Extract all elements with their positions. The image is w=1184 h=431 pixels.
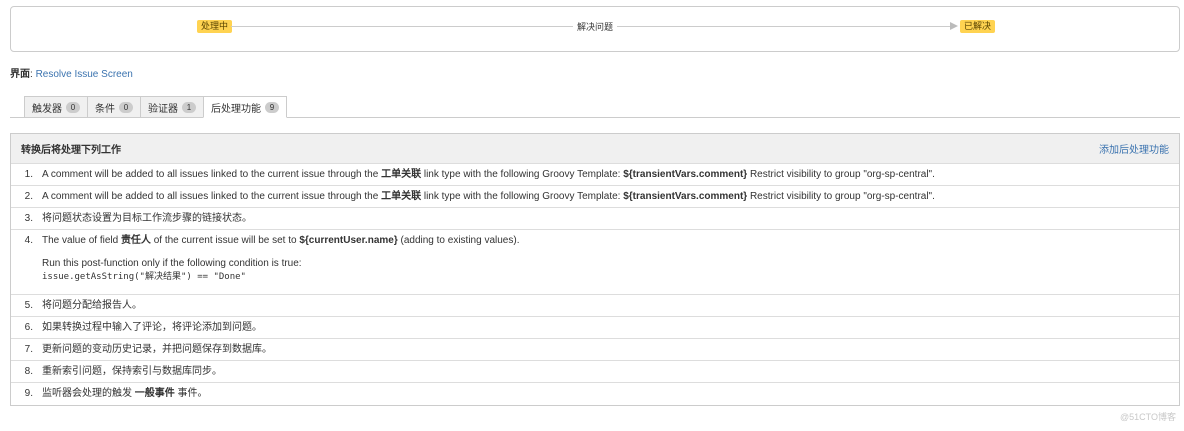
row-text: 将问题分配给报告人。	[42, 299, 142, 311]
post-functions-panel: 转换后将处理下列工作 添加后处理功能 1. A comment will be …	[10, 133, 1180, 406]
row-number: 4.	[24, 235, 33, 246]
screen-line: 界面: Resolve Issue Screen	[10, 69, 133, 81]
watermark: @51CTO博客	[1120, 412, 1176, 422]
arrow-right-icon	[950, 22, 958, 30]
tab-triggers[interactable]: 触发器 0	[24, 96, 87, 118]
post-function-row: 9. 监听器会处理的触发 一般事件 事件。	[11, 383, 1179, 405]
condition-text: Run this post-function only if the follo…	[42, 258, 302, 269]
row-text: 将问题状态设置为目标工作流步骤的链接状态。	[42, 212, 252, 224]
panel-header: 转换后将处理下列工作 添加后处理功能	[11, 134, 1179, 164]
screen-link[interactable]: Resolve Issue Screen	[36, 69, 133, 80]
tab-count-badge: 9	[265, 101, 279, 113]
tab-count-badge: 0	[119, 101, 133, 113]
panel-title: 转换后将处理下列工作	[21, 145, 121, 156]
condition-code: issue.getAsString("解决结果") == "Done"	[42, 272, 246, 282]
tab-count-badge: 0	[66, 101, 80, 113]
row-text: 如果转换过程中输入了评论，将评论添加到问题。	[42, 321, 262, 333]
row-number: 9.	[24, 388, 33, 399]
post-function-row: 1. A comment will be added to all issues…	[11, 164, 1179, 186]
to-status-badge: 已解决	[960, 20, 996, 33]
tab-bar: 触发器 0 条件 0 验证器 1 后处理功能 9	[24, 96, 287, 118]
row-text: A comment will be added to all issues li…	[42, 168, 935, 180]
tab-post-functions[interactable]: 后处理功能 9	[203, 96, 287, 118]
row-number: 8.	[24, 365, 33, 377]
tab-label: 条件	[95, 103, 115, 115]
row-number: 6.	[24, 321, 33, 333]
row-number: 2.	[24, 190, 33, 202]
tab-label: 后处理功能	[211, 103, 261, 115]
row-number: 1.	[24, 168, 33, 180]
post-function-row: 4. The value of field 责任人 of the current…	[11, 230, 1179, 295]
post-function-row: 5. 将问题分配给报告人。	[11, 295, 1179, 317]
row-text: The value of field 责任人 of the current is…	[42, 235, 1169, 294]
screen-label: 界面	[10, 69, 30, 80]
tab-label: 触发器	[32, 103, 62, 115]
row-text: 更新问题的变动历史记录，并把问题保存到数据库。	[42, 343, 272, 355]
screen-separator: :	[30, 69, 33, 80]
post-function-row: 3. 将问题状态设置为目标工作流步骤的链接状态。	[11, 208, 1179, 230]
transition-diagram: 处理中 解决问题 已解决	[10, 6, 1180, 52]
from-status-badge: 处理中	[197, 20, 233, 33]
row-text: A comment will be added to all issues li…	[42, 190, 935, 202]
tab-count-badge: 1	[182, 101, 196, 113]
transition-name: 解决问题	[573, 21, 618, 34]
post-function-row: 2. A comment will be added to all issues…	[11, 186, 1179, 208]
row-number: 7.	[24, 343, 33, 355]
tab-label: 验证器	[148, 103, 178, 115]
post-function-row: 8. 重新索引问题，保持索引与数据库同步。	[11, 361, 1179, 383]
row-number: 5.	[24, 299, 33, 311]
row-text: 重新索引问题，保持索引与数据库同步。	[42, 365, 222, 377]
post-function-row: 6. 如果转换过程中输入了评论，将评论添加到问题。	[11, 317, 1179, 339]
tab-conditions[interactable]: 条件 0	[87, 96, 140, 118]
add-post-function-link[interactable]: 添加后处理功能	[1099, 141, 1169, 156]
row-number: 3.	[24, 212, 33, 224]
tab-validators[interactable]: 验证器 1	[140, 96, 203, 118]
post-function-row: 7. 更新问题的变动历史记录，并把问题保存到数据库。	[11, 339, 1179, 361]
row-text: 监听器会处理的触发 一般事件 事件。	[42, 388, 208, 399]
